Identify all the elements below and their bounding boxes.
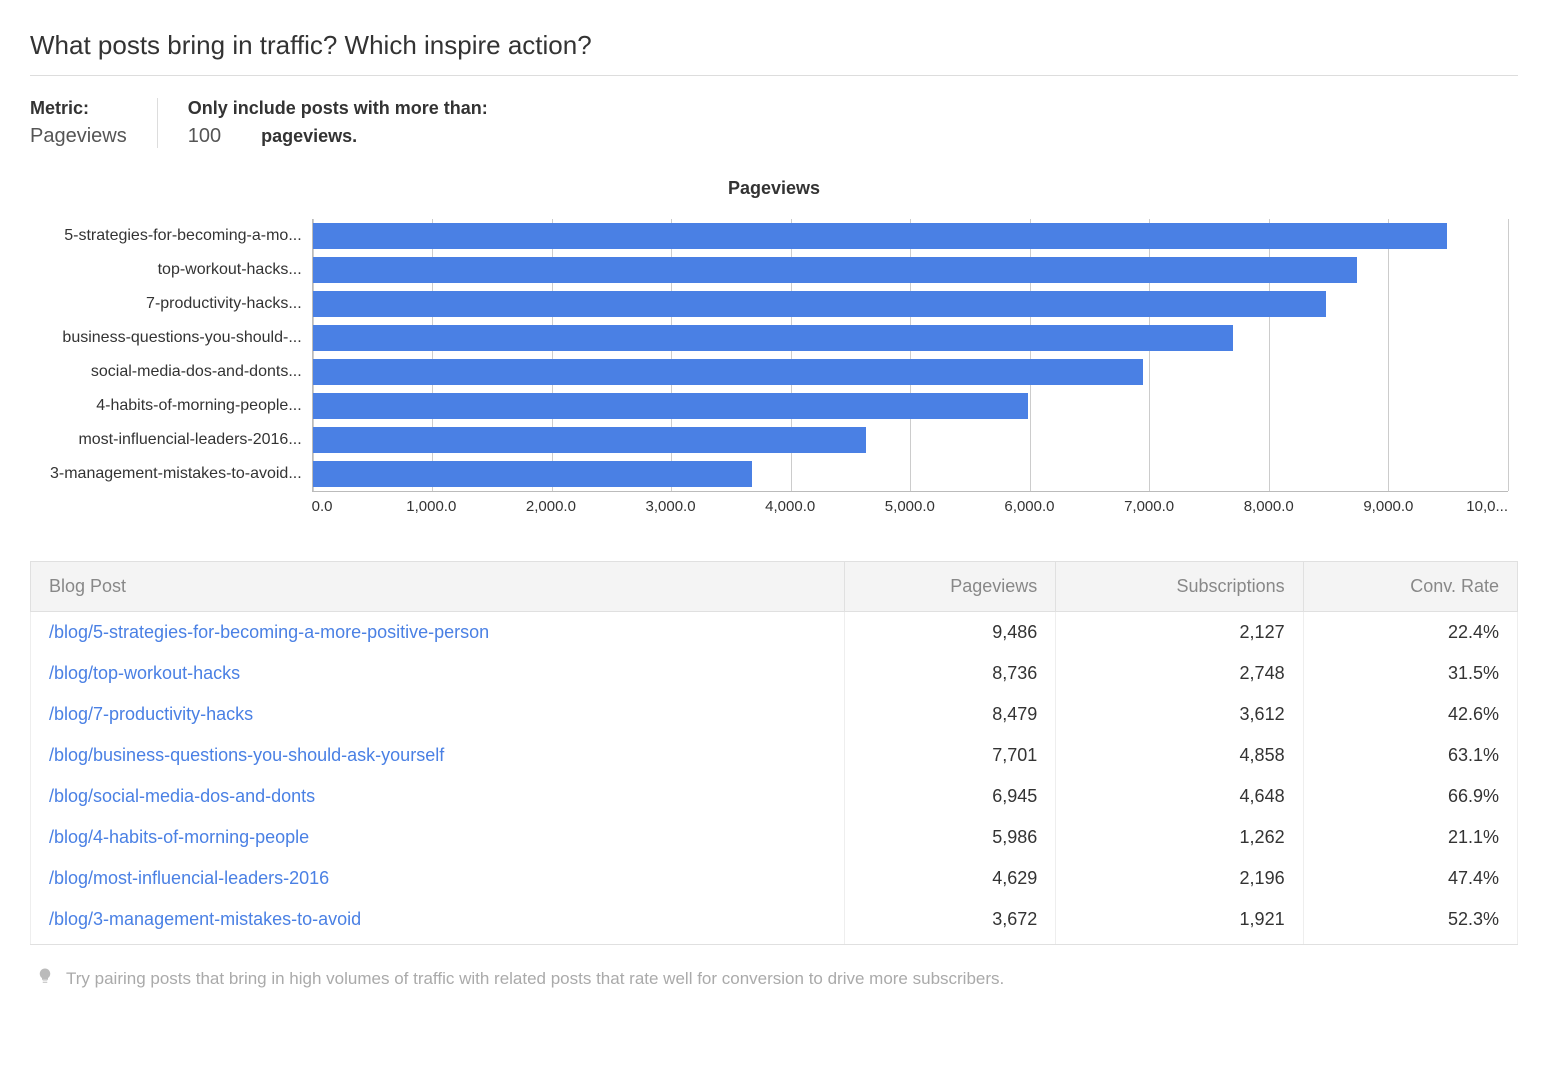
page-title: What posts bring in traffic? Which inspi… xyxy=(30,30,1518,76)
filter-label: Only include posts with more than: xyxy=(188,98,488,119)
bar-row xyxy=(313,253,1508,287)
subscriptions-cell: 3,612 xyxy=(1056,694,1303,735)
table-row: /blog/7-productivity-hacks8,4793,61242.6… xyxy=(31,694,1518,735)
conv-rate-cell: 47.4% xyxy=(1303,858,1517,899)
blog-post-link[interactable]: /blog/4-habits-of-morning-people xyxy=(31,817,845,858)
y-label: 5-strategies-for-becoming-a-mo... xyxy=(64,219,301,253)
filter-value[interactable]: 100 xyxy=(188,125,221,148)
bar-row xyxy=(313,219,1508,253)
y-label: 3-management-mistakes-to-avoid... xyxy=(50,457,302,491)
conv-rate-cell: 21.1% xyxy=(1303,817,1517,858)
filter-control: Only include posts with more than: 100 p… xyxy=(157,98,518,148)
blog-post-link[interactable]: /blog/5-strategies-for-becoming-a-more-p… xyxy=(31,612,845,654)
table-row: /blog/top-workout-hacks8,7362,74831.5% xyxy=(31,653,1518,694)
bar-row xyxy=(313,321,1508,355)
blog-post-link[interactable]: /blog/social-media-dos-and-donts xyxy=(31,776,845,817)
blog-post-link[interactable]: /blog/most-influencial-leaders-2016 xyxy=(31,858,845,899)
x-tick: 4,000.0 xyxy=(765,498,815,515)
metric-value[interactable]: Pageviews xyxy=(30,125,127,148)
bar[interactable] xyxy=(313,427,866,453)
blog-post-link[interactable]: /blog/7-productivity-hacks xyxy=(31,694,845,735)
table-row: /blog/4-habits-of-morning-people5,9861,2… xyxy=(31,817,1518,858)
bar[interactable] xyxy=(313,325,1234,351)
x-tick: 7,000.0 xyxy=(1124,498,1174,515)
y-label: social-media-dos-and-donts... xyxy=(91,355,302,389)
pageviews-chart: 5-strategies-for-becoming-a-mo...top-wor… xyxy=(30,219,1518,521)
col-pageviews[interactable]: Pageviews xyxy=(844,562,1056,612)
pageviews-cell: 5,986 xyxy=(844,817,1056,858)
subscriptions-cell: 4,858 xyxy=(1056,735,1303,776)
pageviews-cell: 9,486 xyxy=(844,612,1056,654)
subscriptions-cell: 2,127 xyxy=(1056,612,1303,654)
bar[interactable] xyxy=(313,291,1327,317)
pageviews-cell: 3,672 xyxy=(844,899,1056,945)
y-label: business-questions-you-should-... xyxy=(62,321,301,355)
y-label: most-influencial-leaders-2016... xyxy=(78,423,301,457)
pageviews-cell: 6,945 xyxy=(844,776,1056,817)
subscriptions-cell: 1,921 xyxy=(1056,899,1303,945)
bar-row xyxy=(313,389,1508,423)
x-tick: 1,000.0 xyxy=(406,498,456,515)
bar-row xyxy=(313,287,1508,321)
subscriptions-cell: 2,748 xyxy=(1056,653,1303,694)
x-tick: 10,0... xyxy=(1466,498,1508,515)
conv-rate-cell: 42.6% xyxy=(1303,694,1517,735)
y-label: 7-productivity-hacks... xyxy=(146,287,302,321)
metric-control[interactable]: Metric: Pageviews xyxy=(30,98,157,148)
x-tick: 2,000.0 xyxy=(526,498,576,515)
conv-rate-cell: 63.1% xyxy=(1303,735,1517,776)
y-label: top-workout-hacks... xyxy=(158,253,302,287)
y-label: 4-habits-of-morning-people... xyxy=(96,389,301,423)
metric-label: Metric: xyxy=(30,98,127,119)
col-blog-post[interactable]: Blog Post xyxy=(31,562,845,612)
x-tick: 5,000.0 xyxy=(885,498,935,515)
controls-bar: Metric: Pageviews Only include posts wit… xyxy=(30,94,1518,168)
conv-rate-cell: 52.3% xyxy=(1303,899,1517,945)
table-row: /blog/social-media-dos-and-donts6,9454,6… xyxy=(31,776,1518,817)
bar-row xyxy=(313,423,1508,457)
table-row: /blog/most-influencial-leaders-20164,629… xyxy=(31,858,1518,899)
bar-row xyxy=(313,457,1508,491)
lightbulb-icon xyxy=(36,967,54,990)
bar[interactable] xyxy=(313,359,1143,385)
subscriptions-cell: 4,648 xyxy=(1056,776,1303,817)
col-subscriptions[interactable]: Subscriptions xyxy=(1056,562,1303,612)
x-tick: 8,000.0 xyxy=(1244,498,1294,515)
bar-row xyxy=(313,355,1508,389)
pageviews-cell: 8,736 xyxy=(844,653,1056,694)
blog-posts-table: Blog Post Pageviews Subscriptions Conv. … xyxy=(30,561,1518,945)
conv-rate-cell: 66.9% xyxy=(1303,776,1517,817)
blog-post-link[interactable]: /blog/top-workout-hacks xyxy=(31,653,845,694)
bar[interactable] xyxy=(313,393,1029,419)
subscriptions-cell: 2,196 xyxy=(1056,858,1303,899)
conv-rate-cell: 31.5% xyxy=(1303,653,1517,694)
filter-suffix: pageviews. xyxy=(261,126,357,147)
pageviews-cell: 8,479 xyxy=(844,694,1056,735)
bar[interactable] xyxy=(313,223,1447,249)
blog-post-link[interactable]: /blog/business-questions-you-should-ask-… xyxy=(31,735,845,776)
col-conv-rate[interactable]: Conv. Rate xyxy=(1303,562,1517,612)
tip-text: Try pairing posts that bring in high vol… xyxy=(66,969,1004,989)
x-tick: 0.0 xyxy=(312,498,333,515)
tip-message: Try pairing posts that bring in high vol… xyxy=(30,967,1518,990)
table-row: /blog/business-questions-you-should-ask-… xyxy=(31,735,1518,776)
bar[interactable] xyxy=(313,257,1357,283)
x-tick: 9,000.0 xyxy=(1363,498,1413,515)
pageviews-cell: 7,701 xyxy=(844,735,1056,776)
x-tick: 3,000.0 xyxy=(646,498,696,515)
subscriptions-cell: 1,262 xyxy=(1056,817,1303,858)
bar[interactable] xyxy=(313,461,752,487)
pageviews-cell: 4,629 xyxy=(844,858,1056,899)
x-tick: 6,000.0 xyxy=(1004,498,1054,515)
blog-post-link[interactable]: /blog/3-management-mistakes-to-avoid xyxy=(31,899,845,945)
conv-rate-cell: 22.4% xyxy=(1303,612,1517,654)
table-row: /blog/3-management-mistakes-to-avoid3,67… xyxy=(31,899,1518,945)
chart-title: Pageviews xyxy=(30,178,1518,199)
table-row: /blog/5-strategies-for-becoming-a-more-p… xyxy=(31,612,1518,654)
